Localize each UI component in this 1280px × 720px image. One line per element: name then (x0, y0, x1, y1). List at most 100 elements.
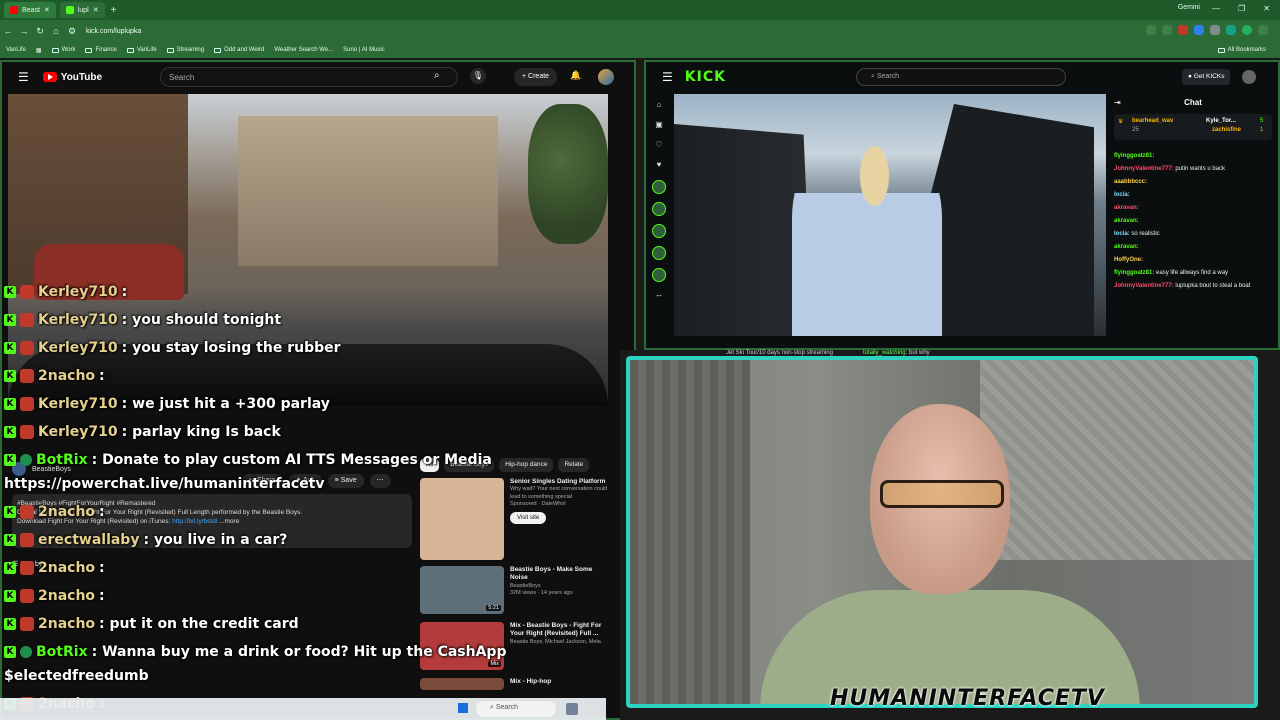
gemini-button[interactable]: Gemini (1178, 4, 1200, 11)
extension-icon[interactable] (1194, 25, 1204, 35)
chat-username[interactable]: akravan: (1114, 218, 1139, 224)
maximize-icon[interactable]: ❐ (1238, 4, 1245, 13)
eye-off-icon[interactable] (1146, 25, 1156, 35)
chat-username[interactable]: HoffyOne: (1114, 257, 1143, 263)
avatar[interactable] (1242, 70, 1256, 84)
microphone-icon[interactable]: 🎙 (470, 68, 486, 84)
bookmark-folder[interactable]: VanLife (126, 47, 157, 53)
followed-channel-avatar[interactable] (652, 224, 666, 238)
home-icon[interactable]: ⌂ (653, 100, 665, 112)
bookmark-folder[interactable]: Finance (85, 47, 117, 53)
followed-channel-avatar[interactable] (652, 202, 666, 216)
extension-icon[interactable] (1210, 25, 1220, 35)
bookmark-folder[interactable]: Work (51, 47, 75, 53)
folder-icon (51, 47, 59, 53)
site-info-icon[interactable]: ⚙ (64, 26, 80, 37)
overlay-chat-line: K 2nacho: put it on the credit card (4, 613, 299, 635)
kick-badge-icon: K (4, 398, 16, 410)
minimize-icon[interactable]: — (1212, 4, 1220, 13)
chat-username[interactable]: JohnnyValentine777: (1114, 283, 1174, 289)
new-tab-button[interactable]: + (111, 5, 117, 16)
extension-icon[interactable] (1178, 25, 1188, 35)
followed-channel-avatar[interactable] (652, 268, 666, 282)
search-input[interactable]: ⌕ Search (856, 68, 1066, 86)
bookmark-item[interactable]: Suno | AI Music (343, 47, 385, 53)
kick-badge-icon: K (4, 314, 16, 326)
filter-chip[interactable]: Relate (558, 458, 590, 472)
address-bar[interactable]: kick.com/luplupka (86, 28, 141, 35)
kick-favicon-icon (65, 6, 74, 14)
bookmark-folder[interactable]: Streaming (166, 47, 204, 53)
bookmark-item[interactable]: Weather Search We... (274, 47, 333, 53)
search-input[interactable]: Search (160, 67, 458, 87)
get-kicks-button[interactable]: ● Get KICKs (1182, 69, 1231, 85)
close-icon[interactable]: ✕ (44, 6, 50, 14)
browse-icon[interactable]: ▣ (653, 120, 665, 132)
overlay-chat-message: : Wanna buy me a drink or food? Hit up t… (91, 644, 507, 660)
home-icon[interactable]: ⌂ (48, 26, 64, 36)
recommendation-item[interactable]: 5:21 Beastie Boys - Make Some Noise Beas… (420, 566, 608, 614)
recommendation-item[interactable]: Senior Singles Dating Platform Why wait?… (420, 478, 608, 560)
kick-badge-icon: K (4, 646, 16, 658)
taskbar-search[interactable]: ⌕ Search (476, 701, 556, 717)
followed-channel-avatar[interactable] (652, 246, 666, 260)
folder-icon (214, 47, 222, 53)
taskbar-app-icon[interactable] (566, 703, 578, 715)
all-bookmarks[interactable]: All Bookmarks (1217, 47, 1266, 53)
heart-filled-icon[interactable]: ♥ (653, 160, 665, 172)
extension-icon[interactable] (1226, 25, 1236, 35)
windows-start-icon[interactable] (458, 703, 468, 713)
save-button[interactable]: ≡ Save (327, 474, 364, 488)
bookmark-item[interactable]: VanLife (6, 47, 26, 53)
bookmark-folder[interactable]: Odd and Weird (214, 47, 264, 53)
folder-icon (1217, 47, 1225, 53)
chat-username[interactable]: locia: (1114, 231, 1130, 237)
description-link[interactable]: http://bit.ly/bstdl (172, 518, 217, 525)
star-icon[interactable] (1162, 25, 1172, 35)
youtube-logo[interactable]: YouTube (42, 72, 102, 83)
create-button[interactable]: + Create (514, 68, 558, 86)
filter-chip[interactable]: Hip-hop dance (499, 458, 554, 472)
chat-username[interactable]: aaabbbccc: (1114, 179, 1147, 185)
search-icon[interactable]: ⌕ (434, 70, 440, 81)
video-thumbnail[interactable]: 5:21 (420, 566, 504, 614)
tab-kick[interactable]: lupl ✕ (59, 2, 105, 18)
followed-channel-avatar[interactable] (652, 180, 666, 194)
kick-video-player[interactable] (674, 94, 1106, 336)
close-icon[interactable]: ✕ (93, 6, 99, 14)
more-icon[interactable]: ⋯ (369, 474, 391, 488)
chat-username[interactable]: akravan: (1114, 244, 1139, 250)
recommendation-item[interactable]: Mix - Hip-hop (420, 678, 608, 690)
heart-icon[interactable]: ♡ (653, 140, 665, 152)
expand-icon[interactable]: ↔ (653, 290, 665, 302)
chat-username[interactable]: akravan: (1114, 205, 1139, 211)
forward-icon[interactable]: → (16, 26, 32, 36)
menu-icon[interactable]: ☰ (18, 70, 29, 84)
chat-username[interactable]: flyinggoatz81: (1114, 153, 1154, 159)
bell-icon[interactable]: 🔔 (570, 70, 581, 81)
more-link[interactable]: ...more (219, 518, 239, 525)
video-thumbnail[interactable] (420, 678, 504, 690)
reload-icon[interactable]: ↻ (32, 26, 48, 37)
chat-username[interactable]: flyinggoatz81: (1114, 270, 1154, 276)
kick-window: ☰ KICK ⌕ Search ● Get KICKs ⌂ ▣ ♡ ♥ ↔ ⇥ … (644, 60, 1280, 350)
bookmarks-bar: VanLife ▦ Work Finance VanLife Streaming… (0, 42, 1280, 58)
visit-site-button[interactable]: Visit site (510, 511, 547, 524)
kick-logo[interactable]: KICK (685, 69, 726, 85)
menu-icon[interactable]: ☰ (662, 70, 673, 84)
chat-username[interactable]: locia: (1114, 192, 1130, 198)
video-player[interactable] (8, 94, 608, 406)
avatar[interactable] (598, 69, 614, 85)
video-thumbnail[interactable] (420, 478, 504, 560)
profile-avatar[interactable] (1242, 25, 1252, 35)
chat-username[interactable]: JohnnyValentine777: (1114, 166, 1174, 172)
close-window-icon[interactable]: ✕ (1263, 4, 1270, 13)
tab-youtube[interactable]: Beast ✕ (4, 2, 56, 18)
folder-icon (166, 47, 174, 53)
chat-title: Chat (1184, 98, 1202, 107)
apps-grid-icon[interactable]: ▦ (36, 47, 42, 54)
menu-dots-icon[interactable] (1258, 25, 1268, 35)
back-icon[interactable]: ← (0, 26, 16, 36)
overlay-chat-message: : (99, 504, 105, 520)
bot-badge-icon (20, 454, 32, 466)
